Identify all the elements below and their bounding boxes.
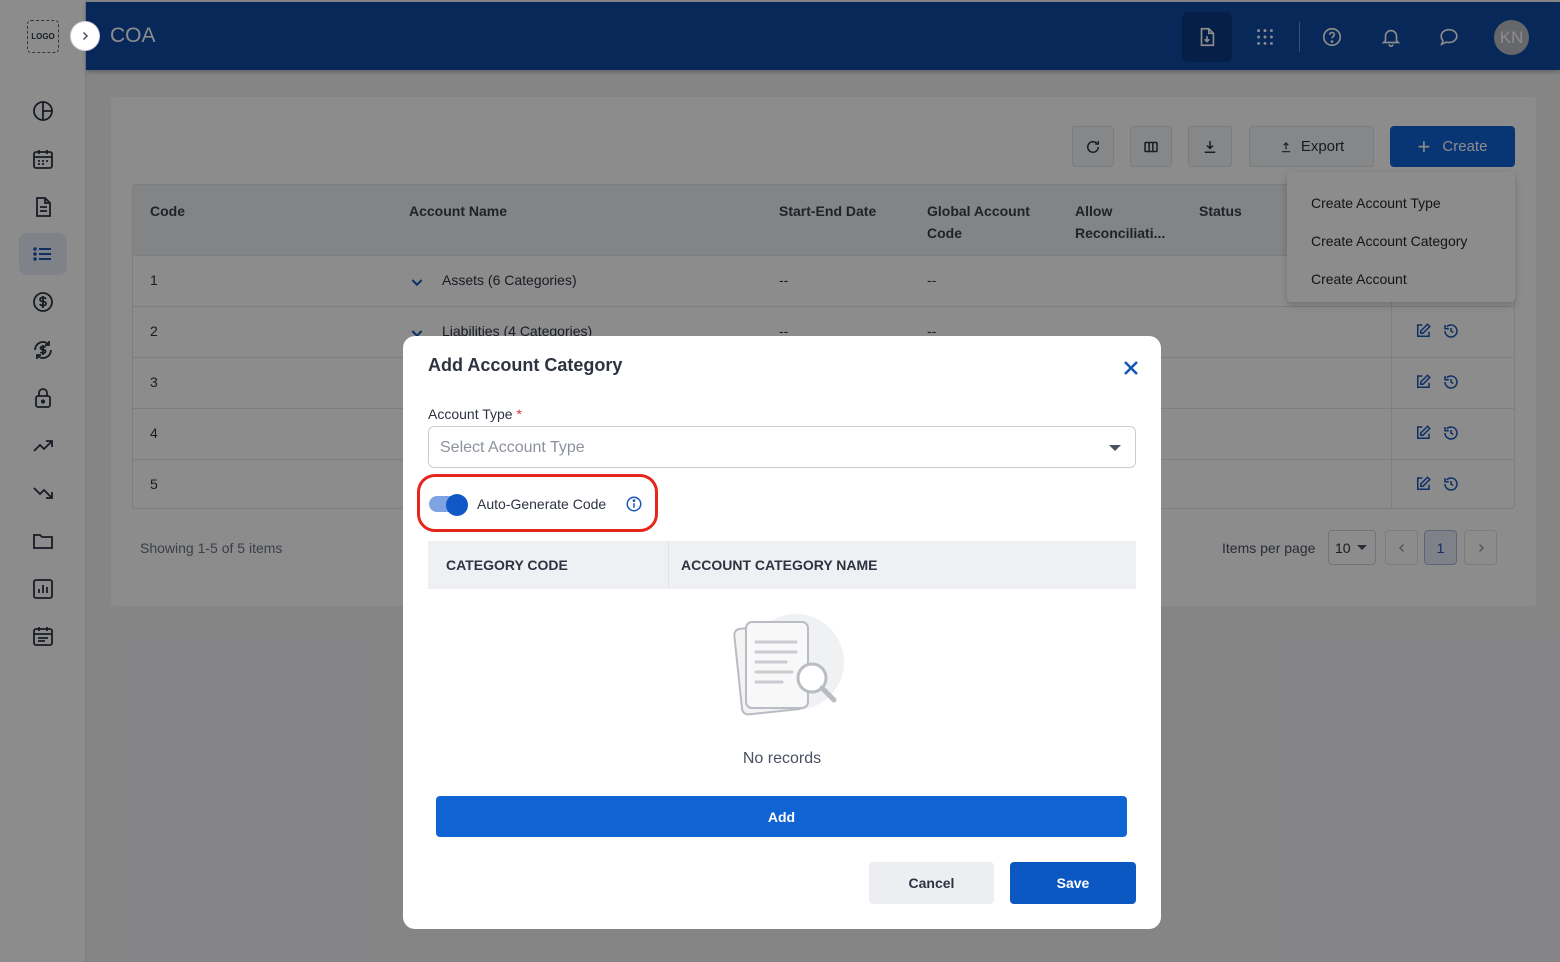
add-account-category-dialog: Add Account Category Account Type * Sele… [403, 336, 1161, 929]
caret-down-icon [1109, 445, 1121, 451]
info-icon[interactable] [625, 495, 643, 513]
cancel-button[interactable]: Cancel [869, 862, 994, 904]
add-button[interactable]: Add [436, 796, 1127, 837]
account-type-placeholder: Select Account Type [440, 439, 585, 456]
empty-records-illustration [733, 614, 844, 716]
sidebar-toggle-button[interactable] [70, 21, 100, 51]
dialog-title: Add Account Category [428, 355, 623, 375]
toggle-knob[interactable] [446, 494, 468, 516]
close-icon[interactable] [1119, 356, 1143, 380]
col-category-code: CATEGORY CODE [446, 557, 568, 573]
empty-state-text: No records [742, 750, 822, 767]
column-divider [668, 541, 669, 589]
account-type-select[interactable]: Select Account Type [428, 426, 1136, 468]
save-button[interactable]: Save [1010, 862, 1136, 904]
required-asterisk: * [516, 406, 522, 422]
account-type-label: Account Type * [428, 406, 522, 422]
auto-generate-label: Auto-Generate Code [477, 496, 607, 512]
chevron-right-icon [82, 31, 89, 41]
category-table-header: CATEGORY CODE ACCOUNT CATEGORY NAME [428, 541, 1136, 589]
account-type-label-text: Account Type [428, 406, 513, 422]
col-category-name: ACCOUNT CATEGORY NAME [681, 557, 878, 573]
